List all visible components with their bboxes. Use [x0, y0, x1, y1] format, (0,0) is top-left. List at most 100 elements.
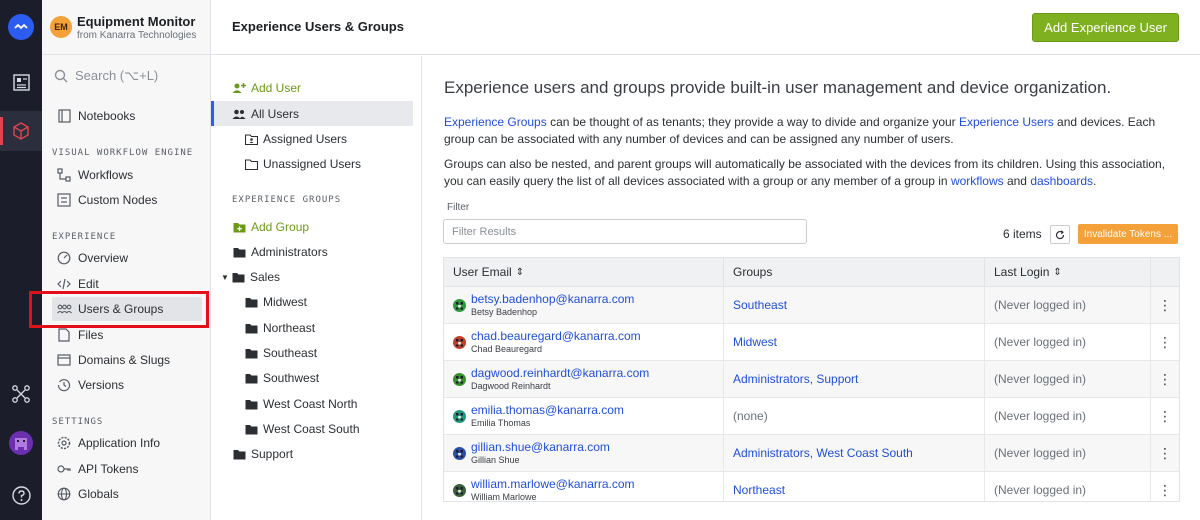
sidebar-item-workflows[interactable]: Workflows [52, 163, 202, 187]
sidebar-item-overview[interactable]: Overview [52, 246, 202, 270]
add-experience-user-button[interactable]: Add Experience User [1032, 13, 1179, 42]
user-email-link[interactable]: william.marlowe@kanarra.com [471, 477, 635, 491]
nav-unassigned-users[interactable]: Unassigned Users [211, 152, 413, 176]
group-southeast[interactable]: Southeast [211, 341, 413, 365]
caret-down-icon[interactable]: ▼ [221, 273, 231, 282]
user-email-link[interactable]: emilia.thomas@kanarra.com [471, 403, 624, 417]
user-name: Gillian Shue [471, 455, 520, 465]
row-menu-button[interactable]: ⋮ [1151, 361, 1179, 397]
user-avatar-icon [9, 431, 33, 455]
sidebar-item-domains[interactable]: Domains & Slugs [52, 348, 202, 372]
row-menu-button[interactable]: ⋮ [1151, 287, 1179, 323]
row-menu-button[interactable]: ⋮ [1151, 435, 1179, 471]
add-user-link[interactable]: Add User [211, 76, 413, 100]
group-label: Southwest [263, 371, 320, 385]
add-group-link[interactable]: Add Group [211, 215, 413, 239]
losant-logo-button[interactable] [0, 7, 42, 47]
row-menu-button[interactable]: ⋮ [1151, 398, 1179, 434]
group-label: Sales [250, 270, 281, 284]
folder-icon [244, 422, 258, 436]
sidebar-item-api-tokens[interactable]: API Tokens [52, 457, 202, 481]
nav-assigned-users[interactable]: Assigned Users [211, 127, 413, 151]
user-avatar-button[interactable] [0, 423, 42, 463]
nav-label: Unassigned Users [263, 157, 362, 171]
app-switcher[interactable]: EM Equipment Monitor from Kanarra Techno… [42, 0, 210, 55]
user-email-link[interactable]: dagwood.reinhardt@kanarra.com [471, 366, 649, 380]
group-label: Northeast [263, 321, 316, 335]
sidebar-item-notebooks[interactable]: Notebooks [52, 104, 202, 128]
folder-user-icon [244, 132, 258, 146]
section-visual-workflow-engine: VISUAL WORKFLOW ENGINE [52, 148, 194, 158]
history-icon [56, 377, 72, 393]
group-west-coast-north[interactable]: West Coast North [211, 392, 413, 416]
sidebar-item-label: Notebooks [78, 109, 136, 123]
user-email-link[interactable]: betsy.badenhop@kanarra.com [471, 292, 634, 306]
group-midwest[interactable]: Midwest [211, 290, 413, 314]
group-sales[interactable]: ▼ Sales [211, 265, 413, 289]
sidebar-item-label: Application Info [78, 436, 161, 450]
column-last-login[interactable]: Last Login ⇕ [985, 258, 1151, 286]
add-user-icon [232, 81, 246, 95]
globe-icon [56, 486, 72, 502]
group-northeast[interactable]: Northeast [211, 316, 413, 340]
more-vertical-icon: ⋮ [1158, 297, 1172, 313]
filter-input[interactable] [443, 219, 807, 244]
table-row: chad.beauregard@kanarra.com Chad Beaurega… [444, 324, 1179, 361]
more-vertical-icon: ⋮ [1158, 482, 1172, 498]
group-link[interactable]: Northeast [733, 483, 785, 497]
dashboards-link[interactable]: dashboards [1030, 174, 1093, 188]
group-southwest[interactable]: Southwest [211, 366, 413, 390]
sidebar-item-globals[interactable]: Globals [52, 482, 202, 506]
folder-icon [244, 321, 258, 335]
domain-icon [56, 352, 72, 368]
refresh-button[interactable] [1050, 225, 1070, 244]
group-link[interactable]: Midwest [733, 335, 777, 349]
group-support[interactable]: Support [211, 442, 413, 466]
group-administrators[interactable]: Administrators [211, 240, 413, 264]
user-email-link[interactable]: gillian.shue@kanarra.com [471, 440, 610, 454]
sidebar-item-custom-nodes[interactable]: Custom Nodes [52, 188, 202, 212]
network-nav-button[interactable] [0, 374, 42, 414]
column-user-email[interactable]: User Email ⇕ [444, 258, 724, 286]
dashboards-nav-button[interactable] [0, 62, 42, 102]
group-link[interactable]: Administrators, Support [733, 372, 858, 386]
folder-icon [244, 346, 258, 360]
sidebar-search[interactable]: Search (⌥+L) [54, 68, 158, 84]
user-cell: william.marlowe@kanarra.com William Marlo… [444, 472, 724, 501]
experience-groups-link[interactable]: Experience Groups [444, 115, 547, 129]
sidebar-item-label: API Tokens [78, 462, 139, 476]
groups-cell: Midwest [724, 324, 985, 360]
dashboard-icon [12, 73, 30, 91]
workflows-link[interactable]: workflows [951, 174, 1004, 188]
page-header: Experience Users & Groups Add Experience… [211, 0, 1200, 55]
group-west-coast-south[interactable]: West Coast South [211, 417, 413, 441]
invalidate-tokens-button[interactable]: Invalidate Tokens ... [1078, 224, 1178, 244]
help-nav-button[interactable] [0, 475, 42, 515]
user-email-link[interactable]: chad.beauregard@kanarra.com [471, 329, 641, 343]
row-menu-button[interactable]: ⋮ [1151, 472, 1179, 501]
custom-node-icon [56, 192, 72, 208]
group-label: Southeast [263, 346, 318, 360]
table-row: emilia.thomas@kanarra.com Emilia Thomas (… [444, 398, 1179, 435]
groups-cell: Southeast [724, 287, 985, 323]
table-row: betsy.badenhop@kanarra.com Betsy Badenhop… [444, 287, 1179, 324]
group-link[interactable]: Southeast [733, 298, 787, 312]
sidebar-item-versions[interactable]: Versions [52, 373, 202, 397]
table-row: william.marlowe@kanarra.com William Marlo… [444, 472, 1179, 501]
group-link[interactable]: Administrators, West Coast South [733, 446, 913, 460]
experience-users-link[interactable]: Experience Users [959, 115, 1054, 129]
sidebar-item-label: Custom Nodes [78, 193, 158, 207]
applications-nav-button[interactable] [0, 111, 42, 151]
nav-all-users[interactable]: All Users [211, 101, 413, 126]
items-count: 6 items [1003, 227, 1042, 241]
groups-description: Experience Groups can be thought of as t… [444, 114, 1184, 148]
row-menu-button[interactable]: ⋮ [1151, 324, 1179, 360]
folder-icon [244, 397, 258, 411]
users-groups-nav: Add User All Users Assigned Users Unassi… [211, 56, 422, 520]
column-label: Last Login [994, 265, 1050, 279]
add-user-label: Add User [251, 81, 302, 95]
folder-icon [244, 295, 258, 309]
user-cell: gillian.shue@kanarra.com Gillian Shue [444, 435, 724, 471]
main-content: Experience users and groups provide buil… [423, 56, 1200, 520]
sidebar-item-application-info[interactable]: Application Info [52, 431, 202, 455]
